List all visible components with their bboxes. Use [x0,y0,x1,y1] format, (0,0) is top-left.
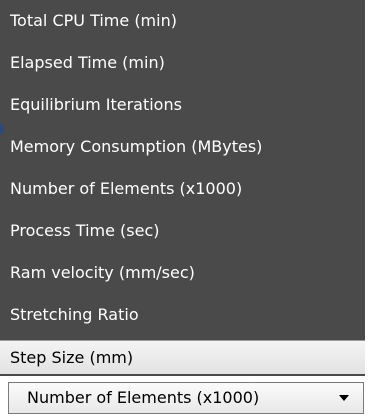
list-item-elapsed-time[interactable]: Elapsed Time (min) [0,46,365,80]
list-item-ram-velocity[interactable]: Ram velocity (mm/sec) [0,256,365,290]
list-item-stretching-ratio[interactable]: Stretching Ratio [0,298,365,332]
list-item-number-of-elements[interactable]: Number of Elements (x1000) [0,172,365,206]
result-type-combobox[interactable]: Number of Elements (x1000) [8,382,364,414]
chevron-down-icon[interactable] [339,395,349,401]
app-root: Total CPU Time (min) Elapsed Time (min) … [0,0,370,418]
list-item-total-cpu-time[interactable]: Total CPU Time (min) [0,4,365,38]
list-item-memory-consumption[interactable]: Memory Consumption (MBytes) [0,130,365,164]
list-item-process-time[interactable]: Process Time (sec) [0,214,365,248]
list-item-step-size[interactable]: Step Size (mm) [0,340,365,374]
list-item-equilibrium-iterations[interactable]: Equilibrium Iterations [0,88,365,122]
combobox-selected-value: Number of Elements (x1000) [27,388,260,407]
edge-marker [0,124,4,134]
dropdown-list: Total CPU Time (min) Elapsed Time (min) … [0,0,365,376]
